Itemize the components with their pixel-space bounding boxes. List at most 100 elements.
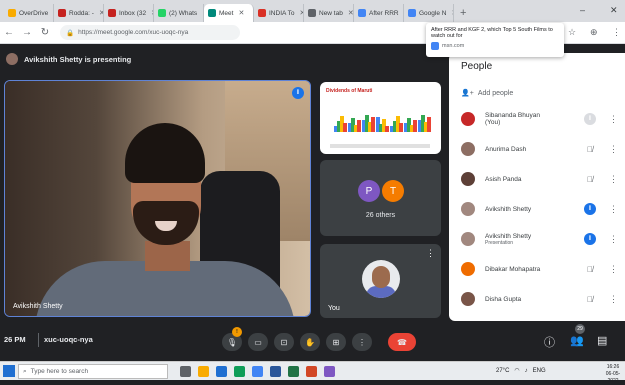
app-icon[interactable]: [324, 366, 335, 377]
edge-icon[interactable]: [234, 366, 245, 377]
tab-close-icon[interactable]: ✕: [348, 9, 354, 17]
participant-more-icon[interactable]: ⋮: [609, 264, 618, 275]
present-button[interactable]: ⊞: [326, 333, 346, 351]
participant-row[interactable]: Asish Panda 🎙̸ ⋮: [449, 165, 625, 193]
captions-icon: ⊡: [281, 338, 288, 347]
tab-favicon-icon: [308, 9, 316, 17]
participant-more-icon[interactable]: ⋮: [609, 204, 618, 215]
close-window-button[interactable]: ✕: [610, 5, 618, 16]
participant-name: Dibakar Mohapatra: [485, 266, 555, 273]
mic-muted-icon[interactable]: 🎙̸: [584, 173, 596, 185]
camera-toggle-button[interactable]: ▭: [248, 333, 268, 351]
clock-time: 16:26: [601, 364, 625, 371]
tab-label: INDIA To: [269, 10, 295, 17]
powerpoint-icon[interactable]: [306, 366, 317, 377]
audio-level-icon[interactable]: ⦀: [584, 113, 596, 125]
browser-tab[interactable]: Inbox (32 ✕: [104, 4, 154, 22]
browser-tab[interactable]: Meet ✕: [204, 4, 254, 22]
captions-button[interactable]: ⊡: [274, 333, 294, 351]
browser-tab[interactable]: Google N ✕: [404, 4, 454, 22]
hang-up-icon: ☎: [397, 338, 407, 347]
meeting-time: 26 PM: [4, 335, 26, 344]
back-icon[interactable]: ←: [0, 27, 18, 38]
slide-bar: [385, 126, 389, 132]
task-view-icon[interactable]: [180, 366, 191, 377]
presentation-tile[interactable]: Dividends of Maruti: [320, 82, 441, 154]
word-icon[interactable]: [270, 366, 281, 377]
audio-level-icon[interactable]: ⦀: [584, 233, 596, 245]
excel-icon[interactable]: [288, 366, 299, 377]
tab-label: OverDrive: [19, 10, 48, 17]
more-vert-icon: ⋮: [358, 338, 366, 347]
system-tray: 27°C ◠ ♪ ENG: [496, 367, 546, 374]
chat-icon[interactable]: ▤: [597, 334, 607, 347]
mic-muted-icon[interactable]: 🎙̸: [584, 143, 596, 155]
address-bar[interactable]: 🔒 https://meet.google.com/xuc-uoqc-nya: [60, 25, 240, 40]
people-icon[interactable]: 👥: [570, 334, 584, 347]
menu-kebab-icon[interactable]: ⋮: [612, 27, 621, 38]
chrome-icon[interactable]: [252, 366, 263, 377]
participant-name: Sibananda Bhuyan (You): [485, 112, 555, 126]
slide-bar: [371, 117, 375, 132]
self-tile-more-icon[interactable]: ⋮: [426, 248, 435, 259]
camera-icon: ▭: [254, 338, 262, 347]
add-people-button[interactable]: 👤+ Add people: [461, 89, 513, 97]
browser-tab[interactable]: After RRR ✕: [354, 4, 404, 22]
extensions-icon[interactable]: ⊕: [590, 27, 598, 38]
participant-name: Disha Gupta: [485, 296, 555, 303]
store-icon[interactable]: [216, 366, 227, 377]
tab-label: Meet: [219, 10, 233, 17]
minimize-button[interactable]: –: [580, 5, 585, 15]
participant-row[interactable]: Anurima Dash 🎙̸ ⋮: [449, 135, 625, 163]
reload-icon[interactable]: ↻: [36, 27, 54, 38]
tab-favicon-icon: [108, 9, 116, 17]
participant-row[interactable]: Avikshith ShettyPresentation ⦀ ⋮: [449, 225, 625, 253]
new-tab-button[interactable]: +: [454, 4, 472, 22]
participant-avatar: [461, 262, 475, 276]
browser-tab[interactable]: OverDrive ✕: [4, 4, 54, 22]
file-explorer-icon[interactable]: [198, 366, 209, 377]
participant-more-icon[interactable]: ⋮: [609, 114, 618, 125]
tooltip-title: After RRR and KGF 2, which Top 5 South F…: [431, 27, 559, 39]
participant-more-icon[interactable]: ⋮: [609, 294, 618, 305]
windows-start-icon[interactable]: [3, 365, 15, 377]
participant-more-icon[interactable]: ⋮: [609, 174, 618, 185]
star-icon[interactable]: ☆: [568, 27, 576, 38]
tab-close-icon[interactable]: ✕: [238, 9, 244, 17]
raise-hand-button[interactable]: ✋: [300, 333, 320, 351]
main-video-tile[interactable]: ⦀ Avikshith Shetty: [4, 80, 311, 317]
participant-more-icon[interactable]: ⋮: [609, 234, 618, 245]
language-label: ENG: [533, 368, 546, 374]
audio-level-icon[interactable]: ⦀: [584, 203, 596, 215]
add-people-label: Add people: [478, 90, 513, 97]
browser-tab-strip: OverDrive ✕ Rodda: - ✕ Inbox (32 ✕ (2) W…: [0, 0, 625, 22]
participant-row[interactable]: Dibakar Mohapatra 🎙̸ ⋮: [449, 255, 625, 283]
participant-name: Anurima Dash: [485, 146, 555, 153]
taskbar-search-box[interactable]: ⌕ Type here to search: [18, 364, 168, 379]
taskbar-clock: 16:26 06-05-2022: [601, 364, 625, 385]
participant-neck: [145, 241, 190, 271]
people-count-badge: 29: [575, 324, 585, 334]
browser-tab[interactable]: New tab ✕: [304, 4, 354, 22]
participant-more-icon[interactable]: ⋮: [609, 144, 618, 155]
mic-muted-icon[interactable]: 🎙̸: [584, 263, 596, 275]
clock-date: 06-05-2022: [601, 371, 625, 385]
participant-row[interactable]: Avikshith Shetty ⦀ ⋮: [449, 195, 625, 223]
others-tile[interactable]: P T 26 others: [320, 160, 441, 236]
participant-name: Avikshith Shetty: [485, 206, 555, 213]
browser-tab[interactable]: Rodda: - ✕: [54, 4, 104, 22]
participant-row[interactable]: Disha Gupta 🎙̸ ⋮: [449, 285, 625, 313]
tab-favicon-icon: [8, 9, 16, 17]
browser-tab[interactable]: INDIA To ✕: [254, 4, 304, 22]
meeting-details-icon[interactable]: ⓘ: [544, 334, 555, 350]
leave-call-button[interactable]: ☎: [388, 333, 416, 351]
url-text: https://meet.google.com/xuc-uoqc-nya: [78, 29, 188, 36]
others-avatar-p: P: [358, 180, 380, 202]
browser-tab[interactable]: (2) Whats ✕: [154, 4, 204, 22]
forward-icon[interactable]: →: [18, 27, 36, 38]
more-options-button[interactable]: ⋮: [352, 333, 372, 351]
divider: [38, 333, 39, 347]
participant-row[interactable]: Sibananda Bhuyan (You) ⦀ ⋮: [449, 105, 625, 133]
mic-muted-icon[interactable]: 🎙̸: [584, 293, 596, 305]
self-view-tile[interactable]: ⋮ You: [320, 244, 441, 318]
